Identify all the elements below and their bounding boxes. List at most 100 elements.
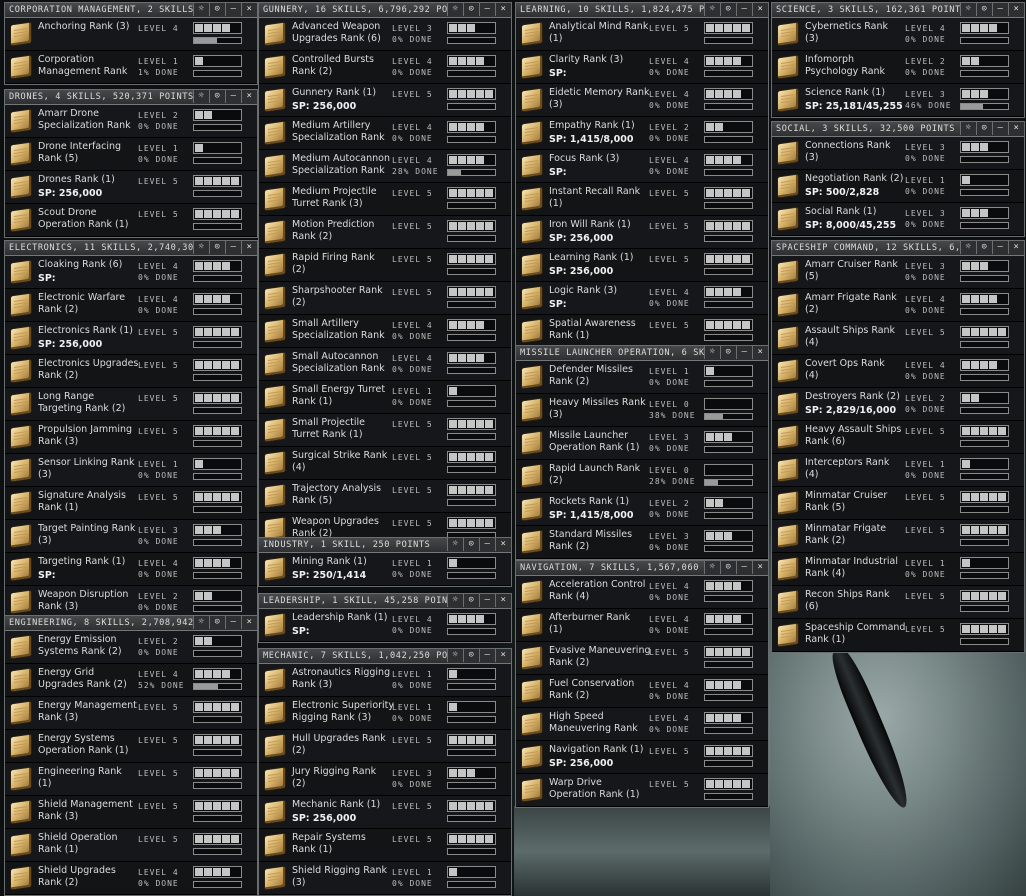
skill-row[interactable]: Gunnery Rank (1) SP: 256,000 LEVEL 5 [259,84,511,117]
minimize-icon[interactable]: – [479,3,495,16]
skill-row[interactable]: Sensor Linking Rank (3) LEVEL 1 0% DONE [5,454,257,487]
skill-row[interactable]: Focus Rank (3) SP: LEVEL 4 0% DONE [516,150,768,183]
skill-row[interactable]: Leadership Rank (1) SP: LEVEL 4 0% DONE [259,609,511,642]
options-icon[interactable]: ☼ [704,346,720,359]
options-icon[interactable]: ☼ [193,3,209,16]
skill-row[interactable]: Infomorph Psychology Rank LEVEL 2 0% DONE [772,51,1024,84]
skill-row[interactable]: Advanced Weapon Upgrades Rank (6) LEVEL 3… [259,18,511,51]
close-icon[interactable]: × [495,649,511,662]
skill-row[interactable]: Negotiation Rank (2) SP: 500/2,828 LEVEL 1… [772,170,1024,203]
skill-window-engineering[interactable]: ENGINEERING, 8 SKILLS, 2,708,942 POI ☼ ⊙ – ×… [4,615,258,896]
pin-icon[interactable]: ⊙ [720,346,736,359]
close-icon[interactable]: × [241,616,257,629]
skill-window-social[interactable]: SOCIAL, 3 SKILLS, 32,500 POINTS ☼ ⊙ – × Conne… [771,121,1025,237]
skill-row[interactable]: High Speed Maneuvering Rank LEVEL 4 0% DON… [516,708,768,741]
skill-row[interactable]: Fuel Conservation Rank (2) LEVEL 4 0% DONE [516,675,768,708]
skill-row[interactable]: Eidetic Memory Rank (3) LEVEL 4 0% DONE [516,84,768,117]
minimize-icon[interactable]: – [479,594,495,607]
close-icon[interactable]: × [241,90,257,103]
skill-row[interactable]: Interceptors Rank (4) LEVEL 1 0% DONE [772,454,1024,487]
pin-icon[interactable]: ⊙ [209,241,225,254]
pin-icon[interactable]: ⊙ [976,122,992,135]
options-icon[interactable]: ☼ [193,241,209,254]
skill-window-navigation[interactable]: NAVIGATION, 7 SKILLS, 1,567,060 POIN ☼ ⊙ – ×… [515,560,769,808]
skill-row[interactable]: Jury Rigging Rank (2) LEVEL 3 0% DONE [259,763,511,796]
close-icon[interactable]: × [495,538,511,551]
close-icon[interactable]: × [241,3,257,16]
options-icon[interactable]: ☼ [447,538,463,551]
options-icon[interactable]: ☼ [193,616,209,629]
window-header[interactable]: LEADERSHIP, 1 SKILL, 45,258 POINTS ☼ ⊙ – × [259,594,511,609]
pin-icon[interactable]: ⊙ [976,241,992,254]
window-header[interactable]: ENGINEERING, 8 SKILLS, 2,708,942 POI ☼ ⊙ – × [5,616,257,631]
skill-row[interactable]: Small Artillery Specialization Rank LEVEL… [259,315,511,348]
skill-row[interactable]: Navigation Rank (1) SP: 256,000 LEVEL 5 [516,741,768,774]
window-header[interactable]: MISSILE LAUNCHER OPERATION, 6 SKILL ☼ ⊙ – × [516,346,768,361]
pin-icon[interactable]: ⊙ [463,649,479,662]
skill-row[interactable]: Surgical Strike Rank (4) LEVEL 5 [259,447,511,480]
skill-row[interactable]: Clarity Rank (3) SP: LEVEL 4 0% DONE [516,51,768,84]
skill-row[interactable]: Instant Recall Rank (1) LEVEL 5 [516,183,768,216]
skill-row[interactable]: Shield Rigging Rank (3) LEVEL 1 0% DONE [259,862,511,895]
skill-row[interactable]: Energy Grid Upgrades Rank (2) LEVEL 4 52% … [5,664,257,697]
skill-row[interactable]: Small Autocannon Specialization Rank LEVE… [259,348,511,381]
skill-window-electronics[interactable]: ELECTRONICS, 11 SKILLS, 2,740,309 PO ☼ ⊙ – ×… [4,240,258,620]
skill-row[interactable]: Medium Projectile Turret Rank (3) LEVEL 5 [259,183,511,216]
pin-icon[interactable]: ⊙ [976,3,992,16]
skill-window-learning[interactable]: LEARNING, 10 SKILLS, 1,824,475 POINT ☼ ⊙ – ×… [515,2,769,349]
skill-row[interactable]: Rockets Rank (1) SP: 1,415/8,000 LEVEL 2 0%… [516,493,768,526]
skill-row[interactable]: Target Painting Rank (3) LEVEL 3 0% DONE [5,520,257,553]
skill-window-missile-launcher-operation[interactable]: MISSILE LAUNCHER OPERATION, 6 SKILL ☼ ⊙ – × D… [515,345,769,560]
skill-row[interactable]: Shield Upgrades Rank (2) LEVEL 4 0% DONE [5,862,257,895]
window-header[interactable]: ELECTRONICS, 11 SKILLS, 2,740,309 PO ☼ ⊙ – × [5,241,257,256]
options-icon[interactable]: ☼ [193,90,209,103]
minimize-icon[interactable]: – [479,649,495,662]
pin-icon[interactable]: ⊙ [209,616,225,629]
skill-row[interactable]: Logic Rank (3) SP: LEVEL 4 0% DONE [516,282,768,315]
skill-row[interactable]: Small Energy Turret Rank (1) LEVEL 1 0% DO… [259,381,511,414]
skill-row[interactable]: Trajectory Analysis Rank (5) LEVEL 5 [259,480,511,513]
skill-row[interactable]: Assault Ships Rank (4) LEVEL 5 [772,322,1024,355]
skill-row[interactable]: Minmatar Frigate Rank (2) LEVEL 5 [772,520,1024,553]
window-header[interactable]: DRONES, 4 SKILLS, 520,371 POINTS ☼ ⊙ – × [5,90,257,105]
pin-icon[interactable]: ⊙ [463,538,479,551]
pin-icon[interactable]: ⊙ [209,3,225,16]
skill-window-spaceship-command[interactable]: SPACESHIP COMMAND, 12 SKILLS, 6,46 ☼ ⊙ – × Am… [771,240,1025,653]
skill-window-gunnery[interactable]: GUNNERY, 16 SKILLS, 6,796,292 POINT ☼ ⊙ – × A… [258,2,512,547]
skill-row[interactable]: Amarr Drone Specialization Rank LEVEL 2 0%… [5,105,257,138]
skill-row[interactable]: Spaceship Command Rank (1) LEVEL 5 [772,619,1024,652]
pin-icon[interactable]: ⊙ [463,3,479,16]
skill-row[interactable]: Propulsion Jamming Rank (3) LEVEL 5 [5,421,257,454]
minimize-icon[interactable]: – [736,3,752,16]
skill-window-mechanic[interactable]: MECHANIC, 7 SKILLS, 1,042,250 POINTS ☼ ⊙ – ×… [258,648,512,896]
window-header[interactable]: CORPORATION MANAGEMENT, 2 SKILLS, 1 ☼ ⊙ – × [5,3,257,18]
window-header[interactable]: SCIENCE, 3 SKILLS, 162,361 POINTS ☼ ⊙ – × [772,3,1024,18]
window-header[interactable]: LEARNING, 10 SKILLS, 1,824,475 POINT ☼ ⊙ – × [516,3,768,18]
window-header[interactable]: SOCIAL, 3 SKILLS, 32,500 POINTS ☼ ⊙ – × [772,122,1024,137]
skill-row[interactable]: Long Range Targeting Rank (2) LEVEL 5 [5,388,257,421]
skill-row[interactable]: Missile Launcher Operation Rank (1) LEVEL… [516,427,768,460]
skill-row[interactable]: Scout Drone Operation Rank (1) LEVEL 5 [5,204,257,237]
window-header[interactable]: NAVIGATION, 7 SKILLS, 1,567,060 POIN ☼ ⊙ – × [516,561,768,576]
options-icon[interactable]: ☼ [704,561,720,574]
skill-row[interactable]: Heavy Assault Ships Rank (6) LEVEL 5 [772,421,1024,454]
skill-row[interactable]: Afterburner Rank (1) LEVEL 4 0% DONE [516,609,768,642]
skill-row[interactable]: Amarr Cruiser Rank (5) LEVEL 3 0% DONE [772,256,1024,289]
minimize-icon[interactable]: – [225,90,241,103]
pin-icon[interactable]: ⊙ [720,3,736,16]
skill-row[interactable]: Repair Systems Rank (1) LEVEL 5 [259,829,511,862]
skill-row[interactable]: Drones Rank (1) SP: 256,000 LEVEL 5 [5,171,257,204]
window-header[interactable]: INDUSTRY, 1 SKILL, 250 POINTS ☼ ⊙ – × [259,538,511,553]
skill-row[interactable]: Iron Will Rank (1) SP: 256,000 LEVEL 5 [516,216,768,249]
skill-row[interactable]: Energy Systems Operation Rank (1) LEVEL 5 [5,730,257,763]
skill-row[interactable]: Cloaking Rank (6) SP: LEVEL 4 0% DONE [5,256,257,289]
close-icon[interactable]: × [495,594,511,607]
skill-row[interactable]: Spatial Awareness Rank (1) LEVEL 5 [516,315,768,348]
skill-row[interactable]: Electronic Superiority Rigging Rank (3) L… [259,697,511,730]
skill-row[interactable]: Corporation Management Rank LEVEL 1 1% DON… [5,51,257,84]
close-icon[interactable]: × [752,346,768,359]
skill-row[interactable]: Astronautics Rigging Rank (3) LEVEL 1 0% D… [259,664,511,697]
pin-icon[interactable]: ⊙ [209,90,225,103]
pin-icon[interactable]: ⊙ [463,594,479,607]
skill-row[interactable]: Warp Drive Operation Rank (1) LEVEL 5 [516,774,768,807]
